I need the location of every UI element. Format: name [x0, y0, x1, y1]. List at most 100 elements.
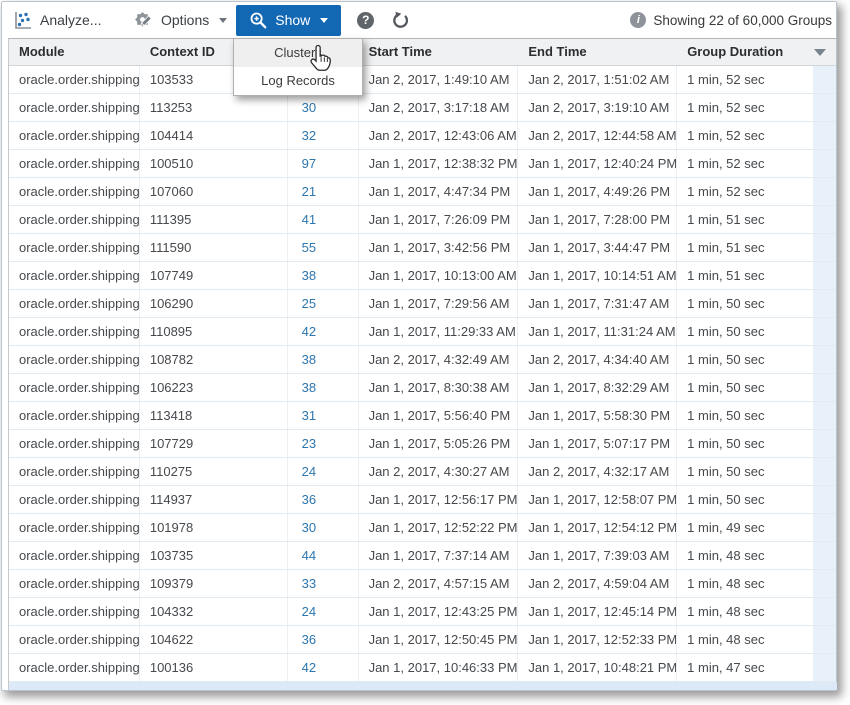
cell-end_time: Jan 1, 2017, 7:39:03 AM: [518, 542, 677, 569]
cell-count[interactable]: 30: [288, 514, 359, 541]
table-row[interactable]: oracle.order.shipping10197830Jan 1, 2017…: [9, 514, 836, 542]
scatter-chart-icon: [12, 10, 33, 31]
cell-start_time: Jan 1, 2017, 12:50:45 PM: [359, 626, 519, 653]
cell-count[interactable]: 38: [288, 374, 359, 401]
cell-context_id: 113253: [140, 94, 288, 121]
vertical-scrollbar-track[interactable]: [813, 290, 836, 317]
table-row[interactable]: oracle.order.shipping10051097Jan 1, 2017…: [9, 150, 836, 178]
cell-count[interactable]: 24: [288, 458, 359, 485]
cell-count[interactable]: 30: [288, 94, 359, 121]
vertical-scrollbar-track[interactable]: [813, 262, 836, 289]
cell-duration: 1 min, 52 sec: [677, 150, 813, 177]
cell-context_id: 106223: [140, 374, 288, 401]
cell-count[interactable]: 97: [288, 150, 359, 177]
vertical-scrollbar-track[interactable]: [813, 598, 836, 625]
table-row[interactable]: oracle.order.shipping10937933Jan 2, 2017…: [9, 570, 836, 598]
cell-end_time: Jan 1, 2017, 10:48:21 PM: [518, 654, 677, 681]
vertical-scrollbar-track[interactable]: [813, 430, 836, 457]
cell-end_time: Jan 1, 2017, 8:32:29 AM: [518, 374, 677, 401]
help-icon[interactable]: ?: [357, 12, 374, 29]
table-row[interactable]: oracle.order.shipping11027524Jan 2, 2017…: [9, 458, 836, 486]
table-row[interactable]: oracle.order.shipping10774938Jan 1, 2017…: [9, 262, 836, 290]
cell-count[interactable]: 21: [288, 178, 359, 205]
vertical-scrollbar-track[interactable]: [813, 514, 836, 541]
cell-count[interactable]: 31: [288, 402, 359, 429]
cell-count[interactable]: 33: [288, 570, 359, 597]
cell-start_time: Jan 1, 2017, 7:26:09 PM: [359, 206, 519, 233]
cell-count[interactable]: 25: [288, 290, 359, 317]
vertical-scrollbar-track[interactable]: [813, 150, 836, 177]
vertical-scrollbar-track[interactable]: [813, 626, 836, 653]
cell-context_id: 114937: [140, 486, 288, 513]
vertical-scrollbar-track[interactable]: [813, 570, 836, 597]
cell-context_id: 108782: [140, 346, 288, 373]
column-header-end_time[interactable]: End Time: [518, 39, 677, 65]
vertical-scrollbar-track[interactable]: [813, 206, 836, 233]
column-header-module[interactable]: Module: [9, 39, 140, 65]
cell-context_id: 104414: [140, 122, 288, 149]
cell-duration: 1 min, 50 sec: [677, 290, 813, 317]
vertical-scrollbar-track[interactable]: [813, 374, 836, 401]
cell-duration: 1 min, 52 sec: [677, 122, 813, 149]
table-row[interactable]: oracle.order.shipping11159055Jan 1, 2017…: [9, 234, 836, 262]
table-row[interactable]: oracle.order.shipping10462236Jan 1, 2017…: [9, 626, 836, 654]
refresh-icon[interactable]: [391, 11, 410, 30]
cell-count[interactable]: 32: [288, 122, 359, 149]
cell-count[interactable]: 38: [288, 346, 359, 373]
table-row[interactable]: oracle.order.shipping10441432Jan 2, 2017…: [9, 122, 836, 150]
menu-item-log-records[interactable]: Log Records: [234, 67, 362, 95]
cell-duration: 1 min, 49 sec: [677, 514, 813, 541]
show-button[interactable]: Show: [236, 5, 341, 36]
table-row[interactable]: oracle.order.shipping11341831Jan 1, 2017…: [9, 402, 836, 430]
vertical-scrollbar-track[interactable]: [813, 94, 836, 121]
table-row[interactable]: oracle.order.shipping10622338Jan 1, 2017…: [9, 374, 836, 402]
analyze-button[interactable]: Analyze...: [12, 10, 108, 31]
column-header-start_time[interactable]: Start Time: [359, 39, 519, 65]
vertical-scrollbar-track[interactable]: [813, 542, 836, 569]
sort-descending-icon[interactable]: [814, 49, 826, 56]
cell-duration: 1 min, 50 sec: [677, 402, 813, 429]
table-row[interactable]: oracle.order.shipping10373544Jan 1, 2017…: [9, 542, 836, 570]
cell-duration: 1 min, 48 sec: [677, 570, 813, 597]
cell-count[interactable]: 36: [288, 486, 359, 513]
cell-count[interactable]: 23: [288, 430, 359, 457]
table-row[interactable]: oracle.order.shipping11089542Jan 1, 2017…: [9, 318, 836, 346]
cell-count[interactable]: 42: [288, 654, 359, 681]
show-button-label: Show: [275, 12, 310, 28]
table-row[interactable]: oracle.order.shipping11325330Jan 2, 2017…: [9, 94, 836, 122]
cell-count[interactable]: 41: [288, 206, 359, 233]
table-row[interactable]: oracle.order.shipping10772923Jan 1, 2017…: [9, 430, 836, 458]
table-row[interactable]: oracle.order.shipping11493736Jan 1, 2017…: [9, 486, 836, 514]
cell-count[interactable]: 44: [288, 542, 359, 569]
column-header-duration[interactable]: Group Duration: [677, 39, 836, 65]
table-row[interactable]: oracle.order.shipping10706021Jan 1, 2017…: [9, 178, 836, 206]
table-row[interactable]: oracle.order.shipping10629025Jan 1, 2017…: [9, 290, 836, 318]
table-row[interactable]: oracle.order.shipping10433224Jan 1, 2017…: [9, 598, 836, 626]
vertical-scrollbar-track[interactable]: [813, 458, 836, 485]
cell-start_time: Jan 1, 2017, 4:47:34 PM: [359, 178, 519, 205]
vertical-scrollbar-track[interactable]: [813, 234, 836, 261]
cell-module: oracle.order.shipping: [9, 94, 140, 121]
vertical-scrollbar-track[interactable]: [813, 318, 836, 345]
vertical-scrollbar-track[interactable]: [813, 346, 836, 373]
cell-count[interactable]: 24: [288, 598, 359, 625]
cell-module: oracle.order.shipping: [9, 570, 140, 597]
table-row[interactable]: oracle.order.shipping10878238Jan 2, 2017…: [9, 346, 836, 374]
menu-item-clusters[interactable]: Clusters: [234, 39, 362, 67]
vertical-scrollbar-track[interactable]: [813, 486, 836, 513]
table-row[interactable]: oracle.order.shipping11139541Jan 1, 2017…: [9, 206, 836, 234]
cell-count[interactable]: 38: [288, 262, 359, 289]
table-row[interactable]: oracle.order.shipping103533Jan 2, 2017, …: [9, 66, 836, 94]
vertical-scrollbar-track[interactable]: [813, 402, 836, 429]
vertical-scrollbar-track[interactable]: [813, 122, 836, 149]
vertical-scrollbar-track[interactable]: [813, 654, 836, 681]
vertical-scrollbar-track[interactable]: [813, 66, 836, 93]
table-row[interactable]: oracle.order.shipping10013642Jan 1, 2017…: [9, 654, 836, 682]
vertical-scrollbar-track[interactable]: [813, 178, 836, 205]
cell-count[interactable]: 42: [288, 318, 359, 345]
cell-count[interactable]: 55: [288, 234, 359, 261]
cell-count[interactable]: 36: [288, 626, 359, 653]
options-button[interactable]: Options: [132, 9, 227, 31]
horizontal-scrollbar[interactable]: [9, 682, 837, 690]
cell-duration: 1 min, 51 sec: [677, 234, 813, 261]
